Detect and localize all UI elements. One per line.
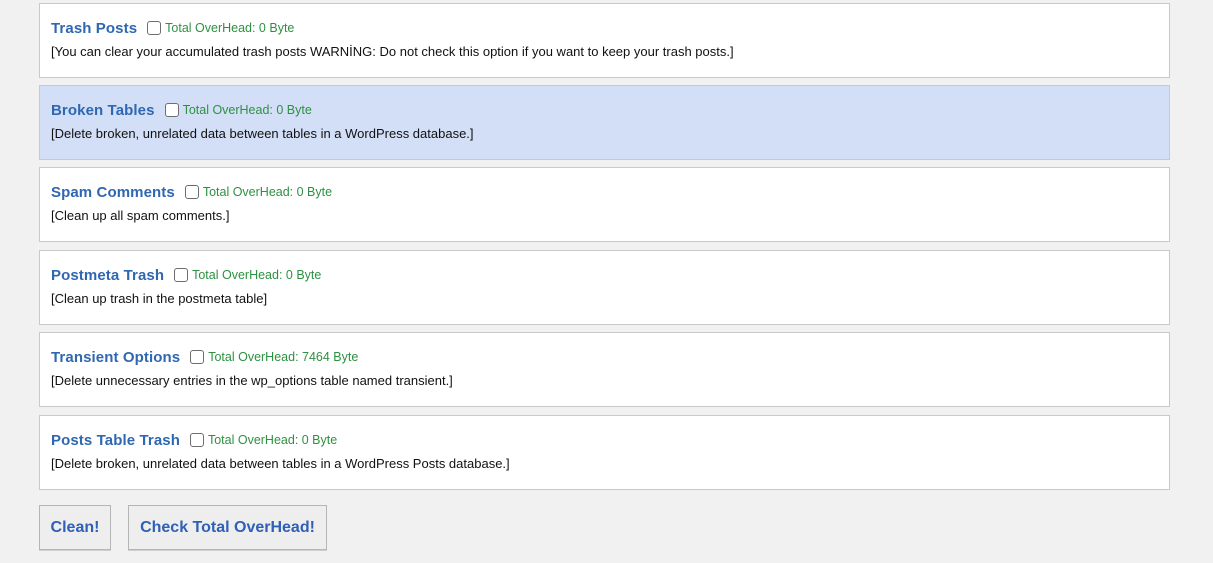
option-transient-options: Transient Options Total OverHead: 7464 B… bbox=[39, 332, 1170, 407]
option-header: Spam Comments Total OverHead: 0 Byte bbox=[51, 182, 332, 202]
option-posts-table-trash: Posts Table Trash Total OverHead: 0 Byte… bbox=[39, 415, 1170, 490]
option-header: Posts Table Trash Total OverHead: 0 Byte bbox=[51, 430, 337, 450]
option-description: [Clean up trash in the postmeta table] bbox=[51, 291, 268, 306]
option-title: Broken Tables bbox=[51, 101, 155, 119]
option-header: Broken Tables Total OverHead: 0 Byte bbox=[51, 100, 312, 120]
broken-tables-checkbox[interactable] bbox=[164, 103, 179, 117]
option-description: [Clean up all spam comments.] bbox=[51, 208, 230, 223]
postmeta-trash-checkbox[interactable] bbox=[174, 268, 189, 282]
overhead-label: Total OverHead: 0 Byte bbox=[207, 433, 338, 447]
posts-table-trash-checkbox[interactable] bbox=[189, 433, 204, 447]
option-description: [You can clear your accumulated trash po… bbox=[51, 44, 734, 59]
overhead-label: Total OverHead: 0 Byte bbox=[202, 185, 333, 199]
option-title: Postmeta Trash bbox=[51, 266, 165, 284]
option-title: Trash Posts bbox=[51, 19, 138, 37]
overhead-label: Total OverHead: 7464 Byte bbox=[208, 350, 359, 364]
overhead-label: Total OverHead: 0 Byte bbox=[182, 103, 312, 117]
option-header: Postmeta Trash Total OverHead: 0 Byte bbox=[51, 265, 321, 285]
transient-options-checkbox[interactable] bbox=[190, 350, 205, 364]
overhead-label: Total OverHead: 0 Byte bbox=[192, 268, 322, 282]
option-header: Trash Posts Total OverHead: 0 Byte bbox=[51, 18, 294, 38]
option-description: [Delete broken, unrelated data between t… bbox=[51, 456, 510, 471]
option-postmeta-trash: Postmeta Trash Total OverHead: 0 Byte [C… bbox=[39, 250, 1170, 325]
check-total-overhead-button[interactable]: Check Total OverHead! bbox=[128, 505, 327, 550]
option-header: Transient Options Total OverHead: 7464 B… bbox=[51, 347, 358, 367]
clean-button[interactable]: Clean! bbox=[39, 505, 111, 550]
trash-posts-checkbox[interactable] bbox=[147, 21, 162, 35]
spam-comments-checkbox[interactable] bbox=[184, 185, 199, 199]
option-broken-tables: Broken Tables Total OverHead: 0 Byte [De… bbox=[39, 85, 1170, 160]
cleanup-page: Trash Posts Total OverHead: 0 Byte [You … bbox=[0, 0, 1213, 563]
overhead-label: Total OverHead: 0 Byte bbox=[165, 21, 295, 35]
option-spam-comments: Spam Comments Total OverHead: 0 Byte [Cl… bbox=[39, 167, 1170, 242]
option-title: Transient Options bbox=[51, 348, 181, 366]
option-description: [Delete unnecessary entries in the wp_op… bbox=[51, 373, 453, 388]
option-title: Spam Comments bbox=[51, 183, 175, 201]
option-title: Posts Table Trash bbox=[51, 431, 180, 449]
option-trash-posts: Trash Posts Total OverHead: 0 Byte [You … bbox=[39, 3, 1170, 78]
option-description: [Delete broken, unrelated data between t… bbox=[51, 126, 474, 141]
